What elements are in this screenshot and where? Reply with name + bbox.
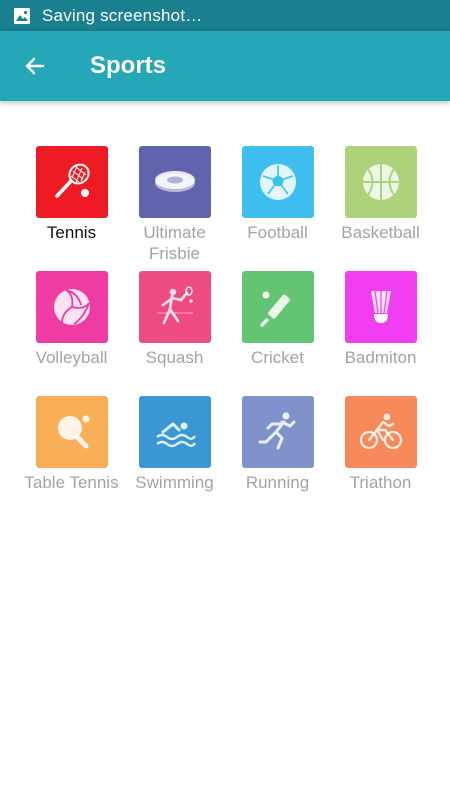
sport-tile-volleyball[interactable]: Volleyball <box>20 271 123 396</box>
sport-tile-box <box>241 271 314 343</box>
sport-label: Football <box>247 223 308 242</box>
sport-tile-tennis[interactable]: Tennis <box>20 146 123 271</box>
cyclist-icon <box>359 413 402 450</box>
ping-pong-paddle-icon <box>57 415 89 449</box>
sport-tile-cricket[interactable]: Cricket <box>226 271 329 396</box>
image-icon <box>13 7 31 25</box>
sport-tile-ultimate-frisbie[interactable]: Ultimate Frisbie <box>123 146 226 271</box>
sport-tile-swimming[interactable]: Swimming <box>123 396 226 521</box>
sport-label: Cricket <box>251 348 304 367</box>
sport-tile-box <box>344 396 417 468</box>
runner-icon <box>258 412 295 450</box>
sport-label: Running <box>245 473 310 492</box>
sport-label: Ultimate Frisbie <box>143 223 206 263</box>
swimmer-icon <box>155 422 196 448</box>
sport-tile-box <box>241 396 314 468</box>
sport-tile-box <box>138 146 211 218</box>
sport-tile-running[interactable]: Running <box>226 396 329 521</box>
basketball-icon <box>362 164 399 200</box>
sport-label: Triathon <box>349 473 412 492</box>
sport-tile-table-tennis[interactable]: Table Tennis <box>20 396 123 521</box>
sport-label: Squash <box>145 348 204 367</box>
cricket-bat-icon <box>259 291 290 327</box>
sport-tile-box <box>35 396 108 468</box>
tennis-racket-icon <box>54 163 90 198</box>
sport-label: Table Tennis <box>24 473 119 492</box>
arrow-left-icon <box>25 57 45 75</box>
sport-tile-box <box>344 146 417 218</box>
page-title: Sports <box>90 52 167 79</box>
volleyball-icon <box>53 289 90 325</box>
sport-tile-box <box>35 146 108 218</box>
sports-grid: Tennis Ultimate Frisbie Football Basketb… <box>20 146 432 521</box>
sport-label: Badmiton <box>344 348 417 367</box>
sport-tile-box <box>344 271 417 343</box>
squash-player-icon <box>156 286 193 325</box>
status-text: Saving screenshot… <box>42 5 203 25</box>
sport-tile-box <box>35 271 108 343</box>
sport-tile-box <box>241 146 314 218</box>
soccer-ball-icon <box>259 164 296 200</box>
sport-label: Swimming <box>135 473 214 492</box>
sport-tile-basketball[interactable]: Basketball <box>329 146 432 271</box>
sport-label: Volleyball <box>35 348 108 367</box>
status-bar: Saving screenshot… <box>0 0 450 31</box>
sport-tile-triathon[interactable]: Triathon <box>329 396 432 521</box>
sport-tile-football[interactable]: Football <box>226 146 329 271</box>
sport-tile-box <box>138 271 211 343</box>
sport-tile-squash[interactable]: Squash <box>123 271 226 396</box>
back-button[interactable] <box>21 52 49 80</box>
shuttlecock-icon <box>370 290 391 323</box>
sport-label: Tennis <box>46 223 97 242</box>
sport-tile-box <box>138 396 211 468</box>
app-bar: Sports <box>0 31 450 101</box>
frisbee-icon <box>154 171 195 192</box>
sport-tile-badmiton[interactable]: Badmiton <box>329 271 432 396</box>
sport-label: Basketball <box>341 223 420 242</box>
